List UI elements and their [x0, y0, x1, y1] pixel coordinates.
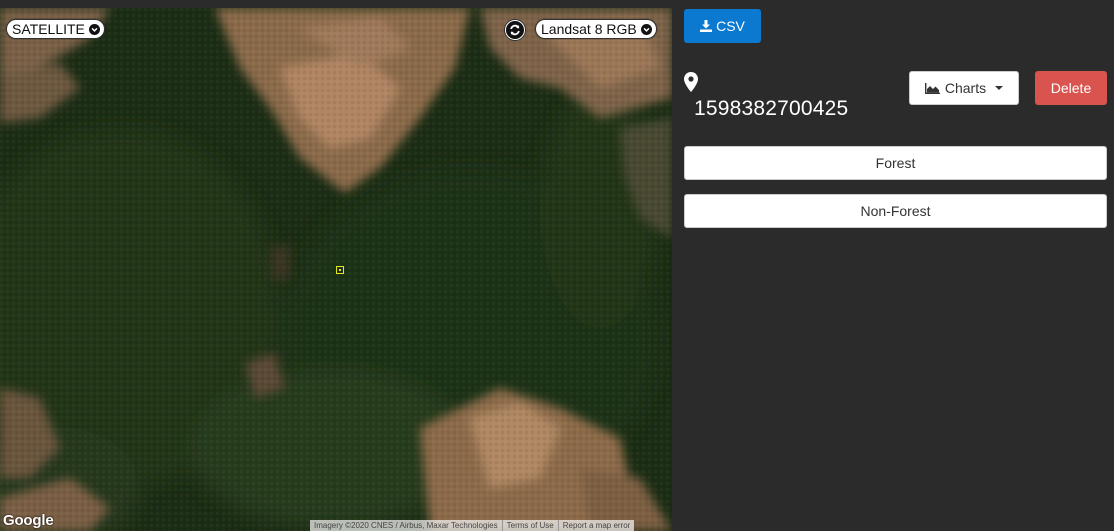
side-panel: CSV 1598382700425 Charts Delete Forest N… [672, 0, 1114, 531]
charts-label: Charts [944, 80, 987, 96]
point-id: 1598382700425 [694, 97, 849, 120]
plot-marker[interactable] [336, 266, 344, 274]
layer-select[interactable]: Landsat 8 RGB [535, 19, 657, 39]
delete-button[interactable]: Delete [1035, 71, 1107, 105]
chevron-down-icon [88, 23, 100, 35]
csv-download-button[interactable]: CSV [684, 9, 761, 43]
charts-dropdown-button[interactable]: Charts [909, 71, 1019, 105]
class-forest-button[interactable]: Forest [684, 146, 1107, 180]
caret-down-icon [995, 86, 1004, 90]
refresh-icon [506, 21, 524, 39]
google-logo: Google [3, 512, 54, 529]
terms-of-use-link[interactable]: Terms of Use [503, 520, 559, 531]
imagery-credit: Imagery ©2020 CNES / Airbus, Maxar Techn… [310, 520, 503, 531]
csv-label: CSV [716, 18, 745, 34]
map-marker-icon [684, 72, 698, 92]
report-map-error-link[interactable]: Report a map error [559, 520, 635, 531]
chevron-down-icon [640, 23, 652, 35]
map-view[interactable]: SATELLITE Landsat 8 RGB Google Imagery ©… [0, 0, 672, 531]
layer-value: Landsat 8 RGB [541, 21, 637, 37]
area-chart-icon [924, 82, 940, 94]
class-non-forest-button[interactable]: Non-Forest [684, 194, 1107, 228]
map-type-value: SATELLITE [12, 21, 85, 37]
map-type-select[interactable]: SATELLITE [6, 19, 105, 39]
download-icon [700, 20, 713, 32]
map-attribution: Imagery ©2020 CNES / Airbus, Maxar Techn… [310, 520, 635, 531]
refresh-button[interactable] [504, 19, 526, 41]
